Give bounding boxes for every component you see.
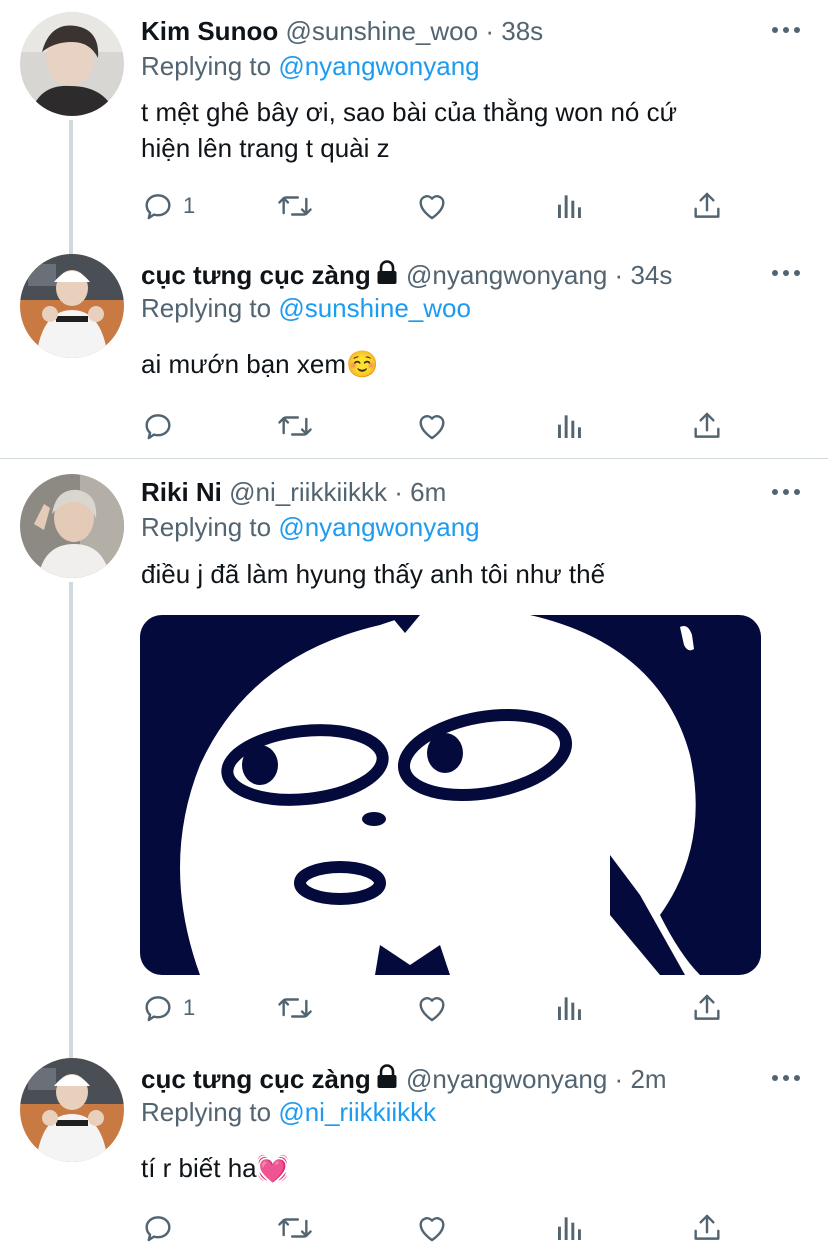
retweet-icon	[276, 409, 314, 443]
retweet-button[interactable]	[276, 188, 314, 224]
lock-icon	[375, 1064, 399, 1097]
share-icon	[690, 991, 724, 1025]
tweet-header: Kim Sunoo @sunshine_woo · 38s	[141, 15, 543, 47]
avatar[interactable]	[20, 12, 124, 116]
more-icon[interactable]	[770, 22, 802, 38]
tweet-text: t mệt ghê bây ơi, sao bài của thằng won …	[141, 94, 781, 166]
timestamp[interactable]: 34s	[630, 260, 672, 290]
retweet-icon	[276, 189, 314, 223]
timestamp[interactable]: 2m	[630, 1064, 666, 1094]
reply-icon	[141, 991, 175, 1025]
retweet-icon	[276, 1211, 314, 1245]
tweet-header: cục tưng cục zàng @nyangwonyang · 2m	[141, 1063, 667, 1097]
user-handle[interactable]: @nyangwonyang	[406, 260, 607, 290]
replying-prefix: Replying to	[141, 293, 272, 323]
tweet-text-line: hiện lên trang t quài z	[141, 133, 390, 163]
tweet-header: cục tưng cục zàng @nyangwonyang · 34s	[141, 259, 672, 293]
separator: ·	[614, 260, 624, 290]
like-button[interactable]	[415, 1210, 449, 1246]
replying-to: Replying to @nyangwonyang	[141, 511, 480, 543]
display-name[interactable]: Kim Sunoo	[141, 16, 278, 46]
more-icon[interactable]	[770, 484, 802, 500]
analytics-button[interactable]	[554, 408, 586, 444]
share-button[interactable]	[690, 408, 724, 444]
retweet-button[interactable]	[276, 990, 314, 1026]
separator: ·	[614, 1064, 624, 1094]
separator: ·	[485, 16, 494, 46]
reply-button[interactable]	[141, 408, 183, 444]
analytics-icon	[554, 1211, 586, 1245]
replying-to: Replying to @nyangwonyang	[141, 50, 480, 82]
replying-prefix: Replying to	[141, 512, 272, 542]
reply-icon	[141, 1211, 175, 1245]
analytics-button[interactable]	[554, 990, 586, 1026]
mention-link[interactable]: @nyangwonyang	[278, 51, 479, 81]
reply-icon	[141, 189, 175, 223]
separator: ·	[394, 477, 403, 507]
thread-divider	[0, 458, 828, 459]
lock-icon	[375, 260, 399, 293]
reply-count: 1	[183, 193, 196, 218]
display-name[interactable]: Riki Ni	[141, 477, 222, 507]
share-icon	[690, 1211, 724, 1245]
retweet-button[interactable]	[276, 1210, 314, 1246]
like-button[interactable]	[415, 188, 449, 224]
like-button[interactable]	[415, 990, 449, 1026]
analytics-icon	[554, 991, 586, 1025]
replying-to: Replying to @ni_riikkiikkk	[141, 1096, 436, 1128]
replying-to: Replying to @sunshine_woo	[141, 292, 471, 324]
reply-icon	[141, 409, 175, 443]
share-icon	[690, 409, 724, 443]
analytics-icon	[554, 189, 586, 223]
like-icon	[415, 409, 449, 443]
timestamp[interactable]: 6m	[410, 477, 446, 507]
analytics-button[interactable]	[554, 188, 586, 224]
tweet-text: tí r biết ha💓	[141, 1153, 289, 1183]
more-icon[interactable]	[770, 265, 802, 281]
share-button[interactable]	[690, 188, 724, 224]
avatar[interactable]	[20, 474, 124, 578]
like-button[interactable]	[415, 408, 449, 444]
like-icon	[415, 1211, 449, 1245]
mention-link[interactable]: @nyangwonyang	[278, 512, 479, 542]
tweet-text-line: t mệt ghê bây ơi, sao bài của thằng won …	[141, 97, 677, 127]
thread-line	[69, 582, 73, 1062]
tweet-text: điều j đã làm hyung thấy anh tôi như thế	[141, 559, 606, 589]
tweet-image[interactable]	[140, 615, 761, 975]
tweet-text: ai mướn bạn xem☺️	[141, 349, 379, 379]
like-icon	[415, 991, 449, 1025]
user-handle[interactable]: @sunshine_woo	[285, 16, 478, 46]
reply-button[interactable]: 1	[141, 990, 195, 1026]
mention-link[interactable]: @ni_riikkiikkk	[278, 1097, 436, 1127]
avatar[interactable]	[20, 1058, 124, 1162]
reply-button[interactable]	[141, 1210, 183, 1246]
reply-count: 1	[183, 995, 196, 1020]
thread-line	[69, 120, 73, 260]
user-handle[interactable]: @nyangwonyang	[406, 1064, 607, 1094]
timestamp[interactable]: 38s	[501, 16, 543, 46]
retweet-icon	[276, 991, 314, 1025]
tweet-header: Riki Ni @ni_riikkiikkk · 6m	[141, 476, 446, 508]
share-button[interactable]	[690, 1210, 724, 1246]
retweet-button[interactable]	[276, 408, 314, 444]
share-button[interactable]	[690, 990, 724, 1026]
mention-link[interactable]: @sunshine_woo	[278, 293, 471, 323]
analytics-button[interactable]	[554, 1210, 586, 1246]
display-name[interactable]: cục tưng cục zàng	[141, 260, 371, 290]
reply-button[interactable]: 1	[141, 188, 195, 224]
replying-prefix: Replying to	[141, 1097, 272, 1127]
more-icon[interactable]	[770, 1070, 802, 1086]
like-icon	[415, 189, 449, 223]
replying-prefix: Replying to	[141, 51, 272, 81]
user-handle[interactable]: @ni_riikkiikkk	[229, 477, 387, 507]
analytics-icon	[554, 409, 586, 443]
display-name[interactable]: cục tưng cục zàng	[141, 1064, 371, 1094]
share-icon	[690, 189, 724, 223]
avatar[interactable]	[20, 254, 124, 358]
